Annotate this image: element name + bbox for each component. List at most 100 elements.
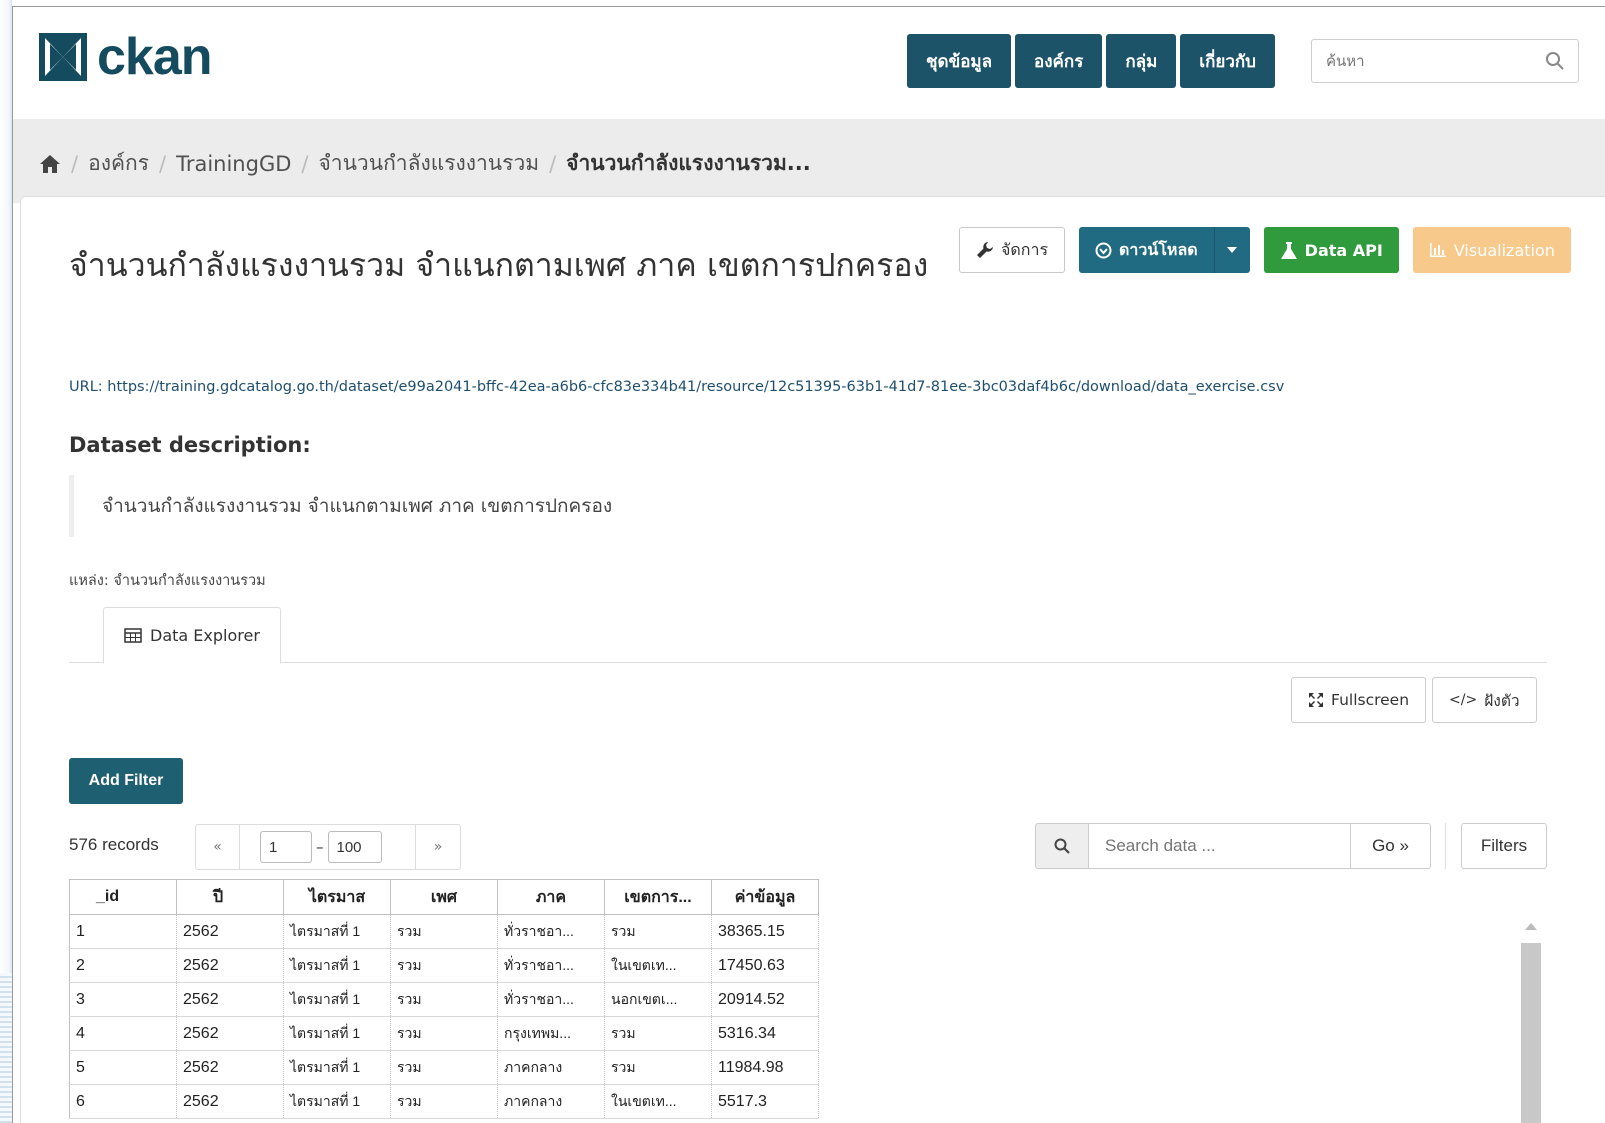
divider [1445, 823, 1446, 869]
download-button[interactable]: ดาวน์โหลด [1079, 227, 1214, 273]
download-split-button: ดาวน์โหลด [1079, 227, 1250, 273]
data-search-input[interactable] [1089, 823, 1351, 869]
breadcrumb-organization[interactable]: TrainingGD [176, 152, 291, 176]
cell-region: ทั่วราชอา... [497, 914, 605, 949]
table-row[interactable]: 2 2562 ไตรมาสที่ 1 รวม ทั่วราชอา... ในเข… [69, 948, 819, 983]
cell-year: 2562 [176, 1016, 284, 1051]
cell-id: 1 [69, 914, 177, 949]
download-dropdown-toggle[interactable] [1213, 227, 1250, 273]
cell-quarter: ไตรมาสที่ 1 [283, 914, 391, 949]
cell-region: กรุงเทพม... [497, 1016, 605, 1051]
pager-prev-button[interactable]: « [195, 824, 240, 870]
cell-region: ภาคกลาง [497, 1084, 605, 1119]
logo-text: ckan [97, 28, 213, 86]
table-icon [124, 628, 142, 643]
column-header[interactable]: ไตรมาส [283, 879, 391, 915]
nav-groups[interactable]: กลุ่ม [1106, 34, 1177, 88]
column-header[interactable]: ภาค [497, 879, 605, 915]
cell-sex: รวม [390, 1016, 498, 1051]
cell-sex: รวม [390, 914, 498, 949]
visualization-label: Visualization [1453, 240, 1555, 260]
go-button[interactable]: Go » [1351, 823, 1431, 869]
cell-area: รวม [604, 1016, 712, 1051]
main-nav: ชุดข้อมูล องค์กร กลุ่ม เกี่ยวกับ [907, 34, 1275, 88]
data-api-button[interactable]: Data API [1263, 227, 1399, 273]
flask-icon [1280, 241, 1297, 259]
description-text: จำนวนกำลังแรงงานรวม จำแนกตามเพศ ภาค เขตก… [69, 475, 769, 537]
column-header[interactable]: _id [69, 879, 177, 915]
cell-value: 5517.3 [711, 1084, 819, 1119]
scroll-up-arrow-icon[interactable] [1525, 923, 1537, 930]
view-tools: Fullscreen </> ฝังตัว [1291, 677, 1537, 723]
bar-chart-icon [1429, 243, 1446, 257]
manage-button[interactable]: จัดการ [959, 227, 1066, 273]
pager-dash: – [316, 838, 324, 856]
pager-to-input[interactable] [327, 831, 382, 863]
expand-icon [1309, 693, 1323, 707]
nav-about[interactable]: เกี่ยวกับ [1180, 34, 1275, 88]
search-icon[interactable] [1544, 50, 1566, 72]
breadcrumb-dataset[interactable]: จำนวนกำลังแรงงานรวม [318, 147, 539, 180]
cell-quarter: ไตรมาสที่ 1 [283, 948, 391, 983]
column-header[interactable]: เพศ [390, 879, 498, 915]
breadcrumb-separator: / [301, 151, 309, 176]
code-icon: </> [1449, 692, 1478, 708]
record-count: 576 records [69, 835, 159, 854]
cell-value: 11984.98 [711, 1050, 819, 1085]
breadcrumb-organizations[interactable]: องค์กร [88, 147, 149, 180]
wrench-icon [977, 242, 993, 258]
download-circle-icon [1095, 242, 1112, 258]
pager: « – » [195, 824, 461, 870]
table-row[interactable]: 6 2562 ไตรมาสที่ 1 รวม ภาคกลาง ในเขตเท..… [69, 1084, 819, 1119]
cell-region: ทั่วราชอา... [497, 982, 605, 1017]
breadcrumb-separator: / [549, 151, 557, 176]
site-search-input[interactable] [1312, 40, 1532, 82]
embed-label: ฝังตัว [1484, 691, 1520, 710]
table-row[interactable]: 1 2562 ไตรมาสที่ 1 รวม ทั่วราชอา... รวม … [69, 914, 819, 949]
site-logo[interactable]: ckan [39, 28, 213, 86]
cell-sex: รวม [390, 1050, 498, 1085]
cell-area: รวม [604, 914, 712, 949]
table-row[interactable]: 4 2562 ไตรมาสที่ 1 รวม กรุงเทพม... รวม 5… [69, 1016, 819, 1051]
pager-from-input[interactable] [260, 831, 312, 863]
cell-id: 6 [69, 1084, 177, 1119]
filters-button[interactable]: Filters [1461, 823, 1547, 869]
ckan-logo-icon [39, 33, 87, 81]
cell-region: ภาคกลาง [497, 1050, 605, 1085]
breadcrumb: / องค์กร / TrainingGD / จำนวนกำลังแรงงาน… [39, 147, 811, 180]
add-filter-button[interactable]: Add Filter [69, 758, 183, 804]
cell-id: 5 [69, 1050, 177, 1085]
breadcrumb-bar: / องค์กร / TrainingGD / จำนวนกำลังแรงงาน… [13, 119, 1605, 203]
column-header[interactable]: ปี [176, 879, 284, 915]
description-heading: Dataset description: [69, 433, 311, 457]
cell-quarter: ไตรมาสที่ 1 [283, 1016, 391, 1051]
pager-next-button[interactable]: » [416, 824, 461, 870]
visualization-button[interactable]: Visualization [1412, 227, 1571, 273]
resource-url[interactable]: URL: https://training.gdcatalog.go.th/da… [69, 379, 1284, 395]
breadcrumb-current[interactable]: จำนวนกำลังแรงงานรวม... [566, 147, 811, 180]
table-row[interactable]: 5 2562 ไตรมาสที่ 1 รวม ภาคกลาง รวม 11984… [69, 1050, 819, 1085]
table-row[interactable]: 3 2562 ไตรมาสที่ 1 รวม ทั่วราชอา... นอกเ… [69, 982, 819, 1017]
breadcrumb-separator: / [159, 151, 167, 176]
embed-button[interactable]: </> ฝังตัว [1432, 677, 1537, 723]
grid-scrollbar-thumb[interactable] [1521, 943, 1541, 1123]
home-icon[interactable] [39, 154, 61, 174]
source-line[interactable]: แหล่ง: จำนวนกำลังแรงงานรวม [69, 569, 266, 592]
data-api-label: Data API [1304, 240, 1383, 260]
tab-label: Data Explorer [150, 626, 260, 645]
tab-data-explorer[interactable]: Data Explorer [103, 607, 281, 664]
column-header[interactable]: เขตการ... [604, 879, 712, 915]
cell-area: ในเขตเท... [604, 1084, 712, 1119]
download-label: ดาวน์โหลด [1119, 239, 1198, 259]
nav-datasets[interactable]: ชุดข้อมูล [907, 34, 1012, 88]
masthead: ckan ชุดข้อมูล องค์กร กลุ่ม เกี่ยวกับ [13, 7, 1605, 119]
browser-page: ckan ชุดข้อมูล องค์กร กลุ่ม เกี่ยวกับ / … [12, 6, 1605, 1123]
column-header[interactable]: ค่าข้อมูล [711, 879, 819, 915]
cell-quarter: ไตรมาสที่ 1 [283, 1050, 391, 1085]
cell-area: ในเขตเท... [604, 948, 712, 983]
fullscreen-button[interactable]: Fullscreen [1291, 677, 1427, 723]
cell-sex: รวม [390, 1084, 498, 1119]
cell-area: รวม [604, 1050, 712, 1085]
nav-organizations[interactable]: องค์กร [1015, 34, 1103, 88]
fullscreen-label: Fullscreen [1331, 691, 1410, 709]
